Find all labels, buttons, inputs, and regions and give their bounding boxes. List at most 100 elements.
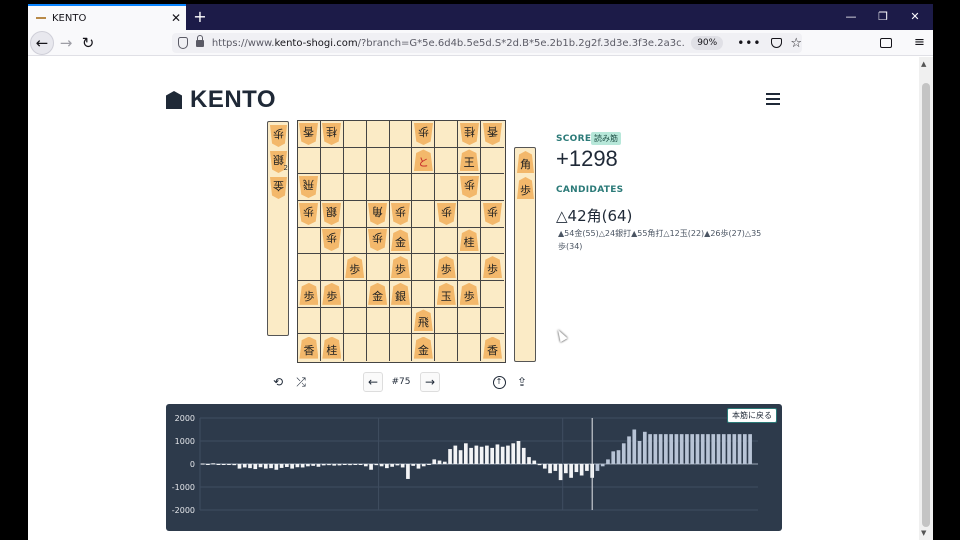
shogi-piece[interactable]: 金 bbox=[413, 336, 433, 359]
shogi-board[interactable]: 香桂歩桂香と王飛歩歩銀角歩歩歩歩歩金桂歩歩歩歩歩歩金銀玉歩飛香桂金香 bbox=[297, 120, 506, 363]
board-square[interactable]: 歩 bbox=[389, 201, 413, 228]
sidebar-toggle-icon[interactable] bbox=[880, 38, 892, 48]
board-square[interactable] bbox=[343, 147, 367, 175]
board-square[interactable] bbox=[389, 121, 413, 148]
board-square[interactable] bbox=[389, 174, 413, 201]
board-square[interactable]: 王 bbox=[458, 147, 482, 175]
board-square[interactable]: 歩 bbox=[435, 254, 459, 281]
shogi-piece[interactable]: 歩 bbox=[436, 256, 456, 279]
board-square[interactable]: 歩 bbox=[458, 174, 482, 201]
board-square[interactable] bbox=[298, 254, 321, 281]
upload-button[interactable]: ↑ bbox=[492, 372, 506, 392]
shogi-piece[interactable]: 桂 bbox=[322, 123, 341, 145]
board-square[interactable] bbox=[435, 307, 459, 335]
board-square[interactable] bbox=[458, 334, 482, 361]
shogi-piece[interactable]: 金 bbox=[368, 282, 388, 305]
board-square[interactable]: 歩 bbox=[366, 227, 390, 255]
hand-piece[interactable]: 角 bbox=[517, 151, 534, 173]
shogi-piece[interactable]: 金 bbox=[390, 229, 410, 252]
board-square[interactable]: 金 bbox=[366, 281, 390, 308]
reload-button[interactable]: ↻ bbox=[76, 31, 100, 55]
shogi-piece[interactable]: 飛 bbox=[413, 309, 433, 332]
board-square[interactable]: 香 bbox=[298, 334, 321, 361]
shogi-piece[interactable]: 歩 bbox=[368, 229, 387, 251]
return-to-main-line-button[interactable]: 本筋に戻る bbox=[727, 408, 777, 423]
back-button[interactable]: ← bbox=[30, 31, 54, 55]
shogi-piece[interactable]: 歩 bbox=[345, 256, 365, 279]
board-square[interactable]: 金 bbox=[412, 334, 436, 361]
board-square[interactable] bbox=[412, 254, 436, 281]
board-square[interactable]: 歩 bbox=[320, 227, 344, 255]
hand-piece[interactable]: 金 bbox=[270, 178, 287, 198]
hand-piece[interactable]: 銀2 bbox=[270, 152, 288, 172]
lock-icon[interactable] bbox=[195, 34, 204, 47]
board-square[interactable]: 銀 bbox=[320, 201, 344, 228]
browser-tab[interactable]: KENTO ✕ bbox=[28, 4, 186, 30]
shogi-piece[interactable]: 香 bbox=[483, 123, 502, 145]
url-text[interactable]: https://www.kento-shogi.com/?branch=G*5e… bbox=[212, 38, 685, 49]
board-square[interactable]: 桂 bbox=[320, 121, 344, 148]
evaluation-chart[interactable]: 2000 1000 0 -1000 -2000 bbox=[166, 404, 782, 531]
shogi-piece[interactable]: 飛 bbox=[299, 176, 318, 198]
board-square[interactable] bbox=[320, 147, 344, 175]
pv-badge[interactable]: 読み筋 bbox=[591, 132, 621, 145]
tab-close-icon[interactable]: ✕ bbox=[166, 11, 186, 25]
flip-board-icon[interactable]: ⟲ bbox=[271, 372, 285, 392]
board-square[interactable] bbox=[435, 174, 459, 201]
board-square[interactable] bbox=[412, 281, 436, 308]
board-square[interactable]: 角 bbox=[366, 201, 390, 228]
board-square[interactable] bbox=[366, 174, 390, 201]
scroll-down-icon[interactable]: ▼ bbox=[921, 529, 926, 537]
board-square[interactable] bbox=[389, 147, 413, 175]
principal-variation[interactable]: ▲54金(55)△24銀打▲55角打△12玉(22)▲26歩(27)△35歩(3… bbox=[558, 227, 768, 253]
board-square[interactable]: と bbox=[412, 147, 436, 175]
board-square[interactable]: 玉 bbox=[435, 281, 459, 308]
shogi-piece[interactable]: 金 bbox=[270, 177, 287, 199]
shogi-piece[interactable]: 香 bbox=[483, 336, 503, 359]
shogi-piece[interactable]: 銀 bbox=[322, 203, 341, 225]
url-bar[interactable]: https://www.kento-shogi.com/?branch=G*5e… bbox=[172, 33, 802, 53]
board-square[interactable]: 飛 bbox=[298, 174, 321, 201]
board-square[interactable] bbox=[390, 334, 413, 361]
board-square[interactable] bbox=[435, 227, 459, 255]
vertical-scrollbar[interactable]: ▲ ▼ bbox=[919, 57, 933, 540]
board-square[interactable]: 歩 bbox=[298, 281, 321, 308]
shogi-piece[interactable]: 桂 bbox=[460, 123, 479, 145]
board-square[interactable] bbox=[435, 334, 459, 361]
shogi-piece[interactable]: 歩 bbox=[437, 203, 456, 225]
board-square[interactable] bbox=[343, 174, 367, 201]
board-square[interactable]: 桂 bbox=[458, 227, 482, 255]
shogi-piece[interactable]: 歩 bbox=[390, 256, 410, 279]
board-square[interactable] bbox=[366, 121, 390, 148]
board-square[interactable] bbox=[366, 147, 390, 175]
board-square[interactable] bbox=[412, 201, 436, 228]
shogi-piece[interactable]: 歩 bbox=[460, 176, 479, 198]
board-square[interactable]: 桂 bbox=[321, 334, 344, 361]
prev-move-button[interactable]: ← bbox=[363, 372, 383, 392]
board-square[interactable] bbox=[458, 201, 482, 228]
shogi-piece[interactable]: 歩 bbox=[299, 282, 319, 305]
bookmark-star-icon[interactable]: ☆ bbox=[790, 36, 802, 51]
board-square[interactable]: 香 bbox=[298, 121, 321, 148]
board-square[interactable] bbox=[435, 121, 459, 148]
board-square[interactable]: 桂 bbox=[458, 121, 482, 148]
board-square[interactable]: 飛 bbox=[412, 307, 436, 335]
board-square[interactable] bbox=[298, 227, 321, 255]
board-square[interactable] bbox=[367, 334, 390, 361]
page-actions-icon[interactable]: ••• bbox=[737, 36, 761, 50]
board-square[interactable]: 香 bbox=[481, 334, 504, 361]
board-square[interactable] bbox=[343, 307, 367, 335]
pocket-icon[interactable] bbox=[771, 38, 783, 48]
shogi-piece[interactable]: 香 bbox=[299, 123, 318, 145]
shogi-piece[interactable]: 歩 bbox=[459, 282, 479, 305]
shogi-piece[interactable]: と bbox=[413, 149, 433, 172]
app-menu-icon[interactable]: ≡ bbox=[914, 35, 925, 50]
shogi-piece[interactable]: 歩 bbox=[483, 256, 503, 279]
board-square[interactable] bbox=[343, 121, 367, 148]
hand-piece[interactable]: 歩 bbox=[270, 126, 287, 146]
board-square[interactable]: 歩 bbox=[412, 121, 436, 148]
shogi-piece[interactable]: 桂 bbox=[459, 229, 479, 252]
board-square[interactable]: 歩 bbox=[458, 281, 482, 308]
hamburger-menu-icon[interactable] bbox=[766, 93, 780, 108]
board-square[interactable] bbox=[343, 201, 367, 228]
